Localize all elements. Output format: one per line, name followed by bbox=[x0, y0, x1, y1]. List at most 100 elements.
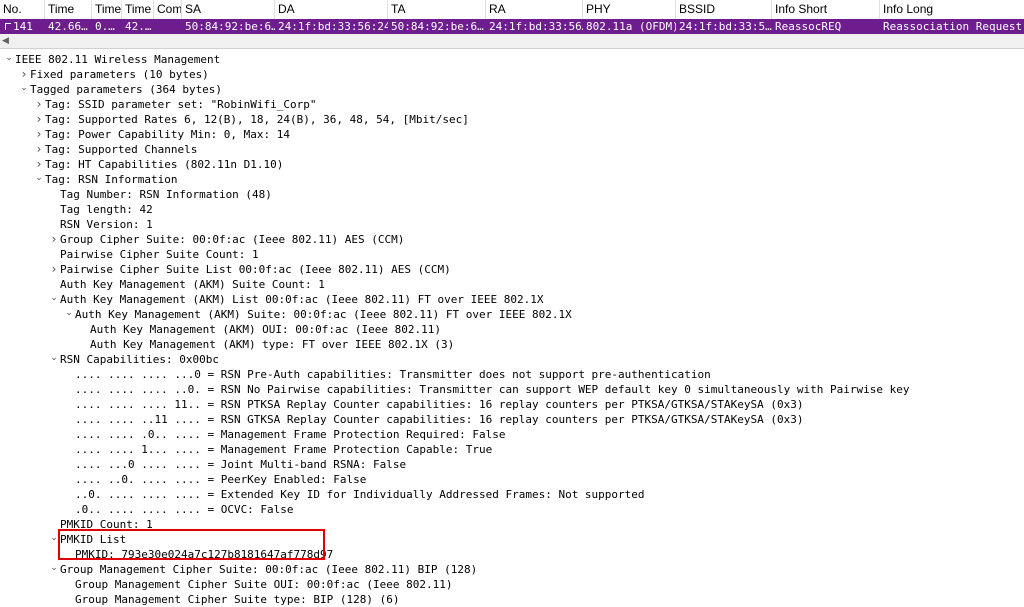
chevron-down-icon[interactable]: ⌄ bbox=[63, 306, 75, 321]
tree-node[interactable]: .... .... .0.. .... = Management Frame P… bbox=[63, 427, 505, 442]
tree-node-label: Group Cipher Suite: 00:0f:ac (Ieee 802.1… bbox=[60, 233, 405, 246]
cell-ra: 24:1f:bd:33:56… bbox=[489, 20, 583, 33]
tree-node-label: Auth Key Management (AKM) OUI: 00:0f:ac … bbox=[90, 323, 441, 336]
column-header-time[interactable]: Time bbox=[45, 0, 92, 19]
tree-node-label: .... .... 1... .... = Management Frame P… bbox=[75, 443, 493, 456]
cell-bssid: 24:1f:bd:33:5… bbox=[679, 20, 772, 33]
cell-info-short: ReassocREQ bbox=[775, 20, 842, 33]
tree-node-label: .... .... .... ...0 = RSN Pre-Auth capab… bbox=[75, 368, 711, 381]
tree-node-label: Tag: Power Capability Min: 0, Max: 14 bbox=[45, 128, 291, 141]
tree-node[interactable]: › Tag: Power Capability Min: 0, Max: 14 bbox=[33, 127, 290, 142]
tree-node[interactable]: Auth Key Management (AKM) Suite Count: 1 bbox=[48, 277, 325, 292]
tree-node[interactable]: Tag Number: RSN Information (48) bbox=[48, 187, 272, 202]
tree-node[interactable]: Group Management Cipher Suite type: BIP … bbox=[63, 592, 400, 607]
column-header-time-3[interactable]: Time bbox=[122, 0, 154, 19]
tree-node[interactable]: .... .... 1... .... = Management Frame P… bbox=[63, 442, 492, 457]
tree-node[interactable]: .... ..0. .... .... = PeerKey Enabled: F… bbox=[63, 472, 366, 487]
chevron-right-icon[interactable]: › bbox=[48, 262, 60, 277]
chevron-right-icon[interactable]: › bbox=[33, 97, 45, 112]
column-header-da[interactable]: DA bbox=[275, 0, 388, 19]
column-header-phy[interactable]: PHY bbox=[583, 0, 676, 19]
pmkid-highlight-box bbox=[58, 529, 325, 560]
tree-node-label: Auth Key Management (AKM) type: FT over … bbox=[90, 338, 455, 351]
frame-bracket-icon bbox=[5, 23, 11, 30]
column-header-time-2[interactable]: Time bbox=[92, 0, 122, 19]
tree-node-label: Tag Number: RSN Information (48) bbox=[60, 188, 272, 201]
tree-node[interactable]: ⌄ Auth Key Management (AKM) Suite: 00:0f:… bbox=[63, 306, 572, 322]
tree-node[interactable]: Group Management Cipher Suite OUI: 00:0f… bbox=[63, 577, 453, 592]
chevron-right-icon[interactable]: › bbox=[33, 157, 45, 172]
tree-node-label: .... .... .0.. .... = Management Frame P… bbox=[75, 428, 506, 441]
tree-node[interactable]: Pairwise Cipher Suite Count: 1 bbox=[48, 247, 259, 262]
tree-node[interactable]: Tag length: 42 bbox=[48, 202, 153, 217]
tree-node[interactable]: › Pairwise Cipher Suite List 00:0f:ac (Ie… bbox=[48, 262, 451, 277]
horizontal-scrollbar[interactable]: ◀ bbox=[0, 34, 1024, 49]
tree-node-label: Group Management Cipher Suite: 00:0f:ac … bbox=[60, 563, 478, 576]
tree-node-label: .... ...0 .... .... = Joint Multi-band R… bbox=[75, 458, 407, 471]
column-header-ra[interactable]: RA bbox=[486, 0, 583, 19]
tree-node[interactable]: ..0. .... .... .... = Extended Key ID fo… bbox=[63, 487, 645, 502]
tree-node-label: Pairwise Cipher Suite Count: 1 bbox=[60, 248, 259, 261]
cell-info-long: Reassociation Request, bbox=[883, 20, 1024, 33]
tree-node[interactable]: Auth Key Management (AKM) OUI: 00:0f:ac … bbox=[78, 322, 441, 337]
scroll-left-icon[interactable]: ◀ bbox=[2, 34, 9, 48]
tree-node[interactable]: RSN Version: 1 bbox=[48, 217, 153, 232]
cell-com bbox=[154, 19, 182, 34]
tree-node-label: Auth Key Management (AKM) Suite Count: 1 bbox=[60, 278, 325, 291]
column-header-info-short[interactable]: Info Short bbox=[772, 0, 880, 19]
tree-node[interactable]: .... ...0 .... .... = Joint Multi-band R… bbox=[63, 457, 406, 472]
tree-node[interactable]: .... .... .... 11.. = RSN PTKSA Replay C… bbox=[63, 397, 803, 412]
tree-node[interactable]: ⌄ Tag: RSN Information bbox=[33, 172, 177, 187]
tree-node[interactable]: › Tag: SSID parameter set: "RobinWifi_Cor… bbox=[33, 97, 317, 112]
tree-node-label: Tag: Supported Rates 6, 12(B), 18, 24(B)… bbox=[45, 113, 469, 126]
chevron-down-icon[interactable]: ⌄ bbox=[48, 561, 60, 576]
column-header-info-long[interactable]: Info Long bbox=[880, 0, 1024, 19]
tree-node[interactable]: Auth Key Management (AKM) type: FT over … bbox=[78, 337, 454, 352]
cell-ta: 50:84:92:be:6… bbox=[391, 20, 484, 33]
tree-node[interactable]: ⌄ Auth Key Management (AKM) List 00:0f:ac… bbox=[48, 292, 543, 307]
chevron-right-icon[interactable]: › bbox=[18, 67, 30, 82]
column-header-com[interactable]: Com bbox=[154, 0, 182, 19]
chevron-down-icon[interactable]: ⌄ bbox=[3, 51, 15, 66]
chevron-down-icon[interactable]: ⌄ bbox=[48, 291, 60, 306]
packet-list-header: No. Time Time Time Com SA DA TA RA PHY B… bbox=[0, 0, 1024, 20]
tree-node[interactable]: › Fixed parameters (10 bytes) bbox=[18, 67, 209, 82]
column-header-no[interactable]: No. bbox=[0, 0, 45, 19]
tree-node[interactable]: .... .... .... ..0. = RSN No Pairwise ca… bbox=[63, 382, 909, 397]
chevron-right-icon[interactable]: › bbox=[33, 127, 45, 142]
cell-time: 42.66… bbox=[48, 20, 88, 33]
tree-node-label: .... .... ..11 .... = RSN GTKSA Replay C… bbox=[75, 413, 804, 426]
chevron-down-icon[interactable]: ⌄ bbox=[18, 81, 30, 96]
tree-node[interactable]: .... .... ..11 .... = RSN GTKSA Replay C… bbox=[63, 412, 803, 427]
tree-node[interactable]: › Tag: Supported Channels bbox=[33, 142, 198, 157]
column-header-bssid[interactable]: BSSID bbox=[676, 0, 772, 19]
tree-node[interactable]: › Tag: HT Capabilities (802.11n D1.10) bbox=[33, 157, 284, 172]
tree-node[interactable]: .0.. .... .... .... = OCVC: False bbox=[63, 502, 294, 517]
tree-node[interactable]: .... .... .... ...0 = RSN Pre-Auth capab… bbox=[63, 367, 711, 382]
tree-node[interactable]: › Tag: Supported Rates 6, 12(B), 18, 24(B… bbox=[33, 112, 469, 127]
tree-node[interactable]: ⌄ IEEE 802.11 Wireless Management bbox=[3, 52, 220, 67]
tree-node[interactable]: ⌄ Tagged parameters (364 bytes) bbox=[18, 82, 222, 97]
tree-node-label: Tag: SSID parameter set: "RobinWifi_Corp… bbox=[45, 98, 317, 111]
chevron-down-icon[interactable]: ⌄ bbox=[33, 171, 45, 186]
column-header-sa[interactable]: SA bbox=[182, 0, 275, 19]
tree-node-label: Group Management Cipher Suite OUI: 00:0f… bbox=[75, 578, 453, 591]
tree-node-label: Tag length: 42 bbox=[60, 203, 153, 216]
tree-node-label: .... .... .... 11.. = RSN PTKSA Replay C… bbox=[75, 398, 804, 411]
chevron-right-icon[interactable]: › bbox=[33, 142, 45, 157]
tree-node-label: Auth Key Management (AKM) List 00:0f:ac … bbox=[60, 293, 544, 306]
tree-node-label: Auth Key Management (AKM) Suite: 00:0f:a… bbox=[75, 308, 572, 321]
chevron-down-icon[interactable]: ⌄ bbox=[48, 351, 60, 366]
cell-da: 24:1f:bd:33:56:24 bbox=[278, 20, 388, 33]
cell-no-value: 141 bbox=[13, 20, 33, 33]
tree-node[interactable]: ⌄ RSN Capabilities: 0x00bc bbox=[48, 352, 219, 367]
column-header-ta[interactable]: TA bbox=[388, 0, 486, 19]
selected-packet-row[interactable]: 141 42.66… 0.… 42.… 50:84:92:be:6… 24:1f… bbox=[0, 19, 1024, 34]
tree-node[interactable]: › Group Cipher Suite: 00:0f:ac (Ieee 802.… bbox=[48, 232, 405, 247]
tree-node-label: RSN Version: 1 bbox=[60, 218, 153, 231]
chevron-right-icon[interactable]: › bbox=[33, 112, 45, 127]
cell-phy: 802.11a (OFDM) bbox=[586, 20, 676, 33]
chevron-right-icon[interactable]: › bbox=[48, 232, 60, 247]
tree-node-label: Tag: RSN Information bbox=[45, 173, 178, 186]
tree-node[interactable]: ⌄ Group Management Cipher Suite: 00:0f:ac… bbox=[48, 562, 477, 577]
